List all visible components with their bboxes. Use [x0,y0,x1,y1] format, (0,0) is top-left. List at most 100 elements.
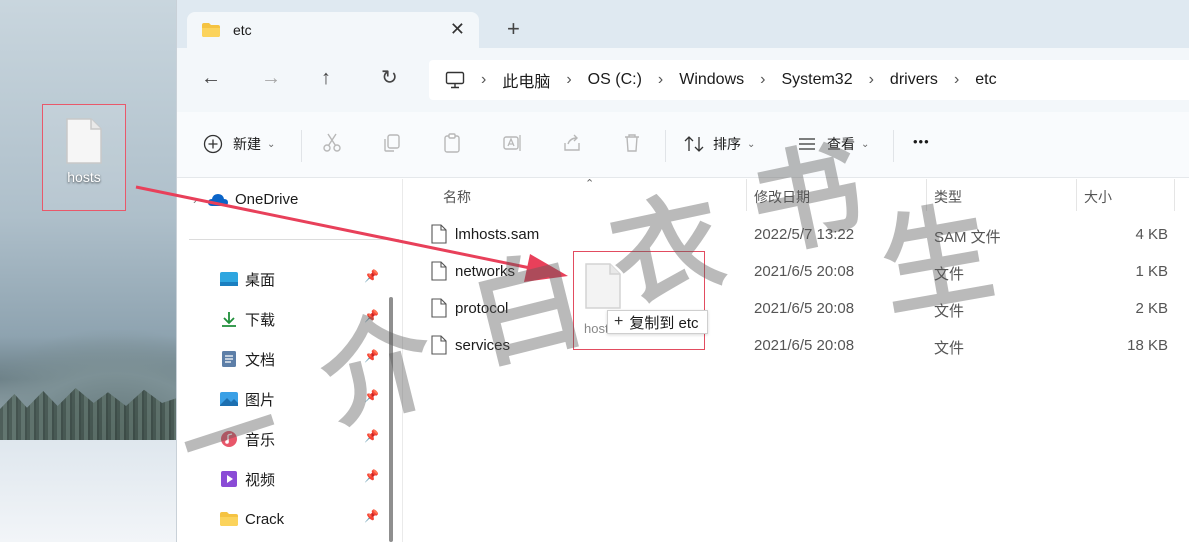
folder-icon [219,510,239,528]
column-header-type[interactable]: 类型 [934,187,962,207]
column-divider[interactable] [926,179,927,211]
file-icon [431,298,447,318]
file-type: 文件 [934,340,965,357]
view-button[interactable]: 查看 ⌄ [797,134,869,154]
share-icon[interactable] [561,132,583,154]
back-icon[interactable]: ← [201,68,221,88]
new-button[interactable]: 新建 ⌄ [203,134,275,154]
column-divider[interactable] [1174,179,1175,211]
breadcrumb-separator-icon: › [657,71,664,88]
breadcrumb-windows[interactable]: Windows [679,71,744,89]
pictures-icon [219,390,239,408]
file-icon [585,263,621,309]
drag-ghost: hosts [573,251,705,350]
chevron-right-icon[interactable]: › [193,193,197,207]
column-header-name[interactable]: 名称 [443,187,471,207]
address-bar[interactable]: › 此电脑 › OS (C:) › Windows › System32 › d… [429,60,1189,100]
sidebar-item-pictures[interactable]: 图片 📌 [219,387,379,411]
plus-icon: + [614,313,624,330]
tab-bar: etc ✕ + [177,0,1189,48]
video-icon [219,470,239,488]
file-size: 18 KB [1127,337,1168,354]
file-date: 2021/6/5 20:08 [754,263,855,280]
breadcrumb-etc[interactable]: etc [975,71,996,89]
sidebar-scrollbar[interactable] [389,297,393,542]
new-tab-icon[interactable]: + [507,18,520,40]
desktop-file-hosts[interactable]: hosts [42,104,126,211]
pin-icon[interactable]: 📌 [364,269,379,283]
table-row[interactable]: lmhosts.sam 2022/5/7 13:22 SAM 文件 4 KB [403,217,1189,254]
table-row[interactable]: protocol 2021/6/5 20:08 文件 2 KB [403,291,1189,328]
chevron-down-icon: ⌄ [267,138,276,150]
download-icon [219,310,239,328]
tab-etc[interactable]: etc ✕ [187,12,479,48]
breadcrumb-this-pc[interactable]: 此电脑 [502,68,550,92]
file-name-label: protocol [455,300,509,317]
sidebar-item-desktop[interactable]: 桌面 📌 [219,267,379,291]
copy-icon[interactable] [381,132,403,154]
file-type: SAM 文件 [934,229,1001,246]
file-icon [66,118,102,164]
toolbar-divider [665,130,666,162]
sidebar-item-videos[interactable]: 视频 📌 [219,467,379,491]
file-name: protocol [431,298,509,318]
table-row[interactable]: networks 2021/6/5 20:08 文件 1 KB [403,254,1189,291]
file-name-label: lmhosts.sam [455,226,540,243]
breadcrumb-drivers[interactable]: drivers [890,71,938,89]
column-header-size[interactable]: 大小 [1084,187,1112,207]
column-divider[interactable] [746,179,747,211]
sidebar-item-label: Crack [245,510,285,528]
sidebar-item-downloads[interactable]: 下载 📌 [219,307,379,331]
chevron-down-icon: ⌄ [747,138,756,150]
sidebar-item-documents[interactable]: 文档 📌 [219,347,379,371]
sort-icon [684,136,704,152]
column-header-date[interactable]: 修改日期 [754,187,810,207]
view-button-label: 查看 [827,136,855,152]
pin-icon[interactable]: 📌 [364,509,379,523]
pin-icon[interactable]: 📌 [364,309,379,323]
file-icon [431,261,447,281]
file-date: 2021/6/5 20:08 [754,337,855,354]
file-name: lmhosts.sam [431,224,540,244]
file-list: ⌃ 名称 修改日期 类型 大小 lmhosts.sam 2022/5/7 13:… [402,178,1189,542]
cloud-icon [208,193,228,206]
up-icon[interactable]: ↑ [321,68,331,88]
breadcrumb-separator-icon: › [481,71,487,88]
column-divider[interactable] [1076,179,1077,211]
music-icon [219,430,239,448]
file-name: networks [431,261,516,281]
plus-circle-icon [203,134,223,154]
file-name-label: networks [455,263,516,280]
new-button-label: 新建 [233,136,261,152]
navigation-pane: › OneDrive 桌面 📌 下载 📌 文档 📌 图片 📌 音乐 📌 视频 📌… [177,179,401,542]
sidebar-item-music[interactable]: 音乐 📌 [219,427,379,451]
sidebar-item-label: 文档 [245,351,276,369]
breadcrumb-system32[interactable]: System32 [781,71,852,89]
sidebar-item-crack[interactable]: Crack 📌 [219,507,379,531]
forward-icon[interactable]: → [261,68,281,88]
file-icon [431,335,447,355]
sort-button[interactable]: 排序 ⌄ [683,134,755,154]
delete-icon[interactable] [621,132,643,154]
rename-icon[interactable] [501,132,523,154]
paste-icon[interactable] [441,132,463,154]
sort-ascending-icon: ⌃ [585,178,595,190]
folder-icon [202,23,220,37]
table-row[interactable]: services 2021/6/5 20:08 文件 18 KB [403,328,1189,365]
file-size: 4 KB [1135,226,1168,243]
pin-icon[interactable]: 📌 [364,389,379,403]
refresh-icon[interactable]: ↻ [381,68,398,88]
chevron-down-icon: ⌄ [861,138,870,150]
pin-icon[interactable]: 📌 [364,469,379,483]
close-tab-icon[interactable]: ✕ [450,19,465,40]
breadcrumb-os-c[interactable]: OS (C:) [588,71,642,89]
pin-icon[interactable]: 📌 [364,429,379,443]
sort-button-label: 排序 [713,136,741,152]
sidebar-item-onedrive[interactable]: › OneDrive [193,191,298,208]
cut-icon[interactable] [321,132,343,154]
navigation-bar: ← → ↑ ↻ › 此电脑 › OS (C:) › Windows › Syst… [177,48,1189,112]
pin-icon[interactable]: 📌 [364,349,379,363]
sidebar-divider [189,239,399,240]
more-options-icon[interactable]: ••• [913,134,930,149]
file-type: 文件 [934,266,965,283]
